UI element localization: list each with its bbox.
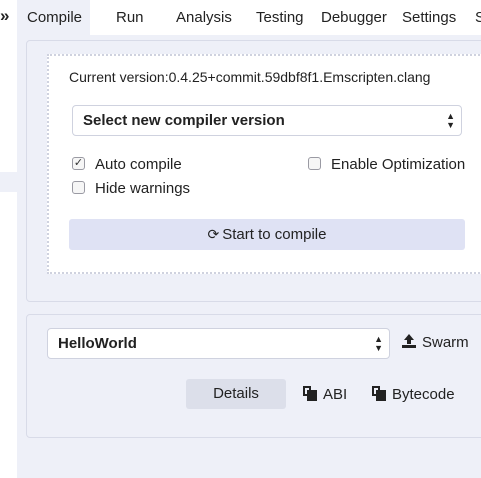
tab-run[interactable]: Run — [116, 0, 144, 35]
contract-select[interactable]: HelloWorld ▲ ▼ — [47, 328, 390, 359]
start-compile-button[interactable]: ⟳ Start to compile — [69, 219, 465, 250]
left-panel-edge — [0, 0, 17, 478]
copy-icon — [303, 386, 317, 401]
tab-testing[interactable]: Testing — [256, 0, 304, 35]
select-arrows-icon: ▲ ▼ — [374, 333, 383, 353]
compiler-version-select-label: Select new compiler version — [83, 112, 285, 129]
select-arrows-icon: ▲ ▼ — [446, 110, 455, 130]
enable-optimization-label: Enable Optimization — [331, 156, 466, 173]
left-panel-highlight — [0, 172, 17, 192]
hide-warnings-label: Hide warnings — [95, 180, 191, 197]
tab-debugger[interactable]: Debugger — [321, 0, 387, 35]
tab-settings[interactable]: Settings — [402, 0, 456, 35]
bytecode-label: Bytecode — [392, 386, 455, 403]
hide-warnings-checkbox[interactable] — [72, 181, 85, 194]
tab-analysis[interactable]: Analysis — [176, 0, 232, 35]
swarm-button[interactable]: Swarm — [402, 334, 469, 352]
details-button[interactable]: Details — [186, 379, 286, 409]
auto-compile-checkbox[interactable]: ✓ — [72, 157, 85, 170]
abi-label: ABI — [323, 386, 348, 403]
upload-icon — [402, 334, 416, 348]
refresh-icon: ⟳ — [207, 226, 220, 242]
swarm-label: Swarm — [422, 334, 469, 351]
contract-select-label: HelloWorld — [58, 335, 137, 352]
double-chevron-right-icon[interactable]: » — [0, 6, 9, 26]
current-version-text: Current version:0.4.25+commit.59dbf8f1.E… — [69, 69, 431, 85]
abi-button[interactable]: ABI — [303, 386, 347, 404]
copy-icon — [372, 386, 386, 401]
start-compile-label: Start to compile — [222, 226, 327, 243]
compiler-version-select[interactable]: Select new compiler version ▲ ▼ — [72, 105, 462, 136]
tab-bar: Compile Run Analysis Testing Debugger Se… — [17, 0, 481, 35]
tab-support[interactable]: Support — [475, 0, 481, 35]
tab-compile[interactable]: Compile — [17, 0, 90, 35]
auto-compile-label: Auto compile — [95, 156, 182, 173]
bytecode-button[interactable]: Bytecode — [372, 386, 455, 404]
enable-optimization-checkbox[interactable] — [308, 157, 321, 170]
